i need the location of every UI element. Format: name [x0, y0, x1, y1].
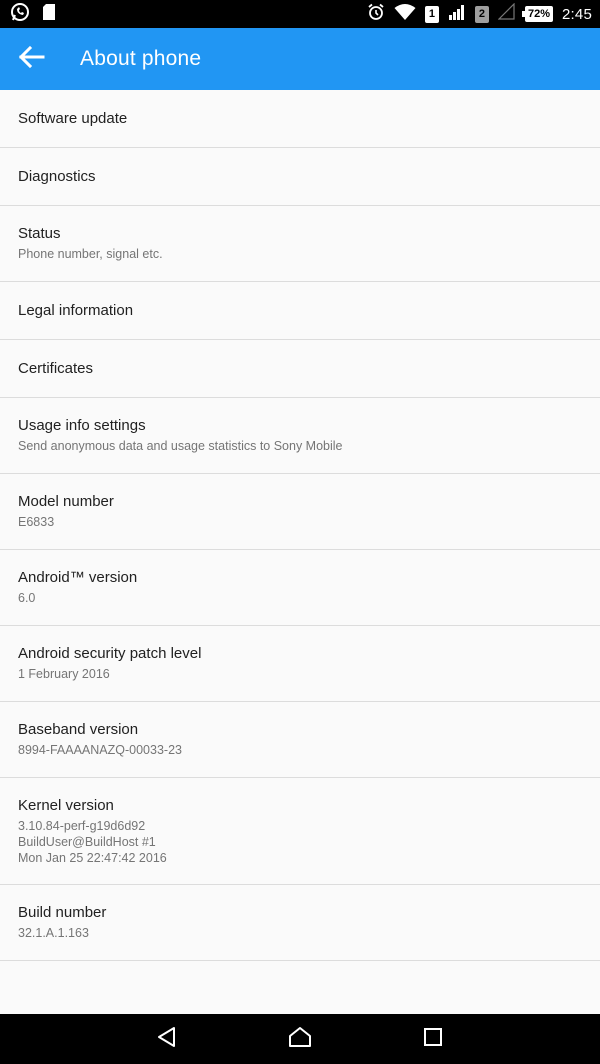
item-subtitle: 3.10.84-perf-g19d6d92 BuildUser@BuildHos…: [18, 818, 600, 866]
battery-percent: 72%: [527, 8, 550, 20]
item-subtitle: Phone number, signal etc.: [18, 246, 600, 262]
subtitle-line: 32.1.A.1.163: [18, 926, 89, 940]
sim1-badge: 1: [424, 5, 439, 23]
item-title: Android security patch level: [18, 645, 202, 662]
subtitle-line: BuildUser@BuildHost #1: [18, 834, 156, 849]
sim2-badge: 2: [474, 5, 489, 23]
subtitle-line: 3.10.84-perf-g19d6d92: [18, 818, 146, 833]
item-subtitle: E6833: [18, 514, 600, 530]
item-subtitle: Send anonymous data and usage statistics…: [18, 438, 600, 454]
list-item-diagnostics[interactable]: Diagnostics: [0, 148, 600, 206]
list-item-certificates[interactable]: Certificates: [0, 340, 600, 398]
list-item-security-patch-level[interactable]: Android security patch level 1 February …: [0, 626, 600, 702]
item-subtitle: 32.1.A.1.163: [18, 925, 600, 941]
subtitle-line: 8994-FAAAANAZQ-00033-23: [18, 743, 182, 757]
item-title: Kernel version: [18, 796, 114, 814]
nav-back-button[interactable]: [137, 1014, 197, 1064]
status-time: 2:45: [562, 5, 592, 23]
subtitle-line: 6.0: [18, 591, 36, 605]
subtitle-line: 1 February 2016: [18, 667, 110, 681]
subtitle-line: Send anonymous data and usage statistics…: [18, 439, 343, 453]
item-title: Model number: [18, 493, 114, 510]
item-subtitle: 6.0: [18, 590, 600, 606]
recents-icon: [423, 1027, 443, 1052]
whatsapp-icon: [10, 2, 30, 27]
arrow-back-icon: [17, 45, 45, 74]
app-bar: About phone: [0, 28, 600, 90]
list-item-android-version[interactable]: Android™ version 6.0: [0, 550, 600, 626]
signal-icon: [448, 3, 466, 25]
item-title: Android™ version: [18, 569, 138, 586]
wifi-icon: [394, 3, 416, 26]
status-bar: 1 2 72% 2:45: [0, 0, 600, 28]
sd-card-icon: [42, 3, 56, 26]
home-icon: [288, 1026, 312, 1053]
alarm-icon: [367, 3, 385, 26]
item-title: Build number: [18, 904, 107, 921]
list-item-status[interactable]: Status Phone number, signal etc.: [0, 206, 600, 282]
signal-empty-icon: [497, 2, 516, 25]
subtitle-line: Phone number, signal etc.: [18, 247, 163, 261]
item-subtitle: 1 February 2016: [18, 666, 600, 682]
page-title: About phone: [80, 47, 202, 70]
subtitle-line: E6833: [18, 515, 55, 529]
item-title: Legal information: [18, 302, 134, 319]
list-item-model-number[interactable]: Model number E6833: [0, 474, 600, 550]
nav-recents-button[interactable]: [403, 1014, 463, 1064]
back-button[interactable]: [0, 28, 62, 90]
list-item-legal-information[interactable]: Legal information: [0, 282, 600, 340]
list-item-usage-info-settings[interactable]: Usage info settings Send anonymous data …: [0, 398, 600, 474]
battery-icon: 72%: [521, 6, 553, 22]
item-title: Baseband version: [18, 721, 139, 738]
subtitle-line: Mon Jan 25 22:47:42 2016: [18, 850, 167, 865]
navigation-bar: [0, 1014, 600, 1064]
item-title: Usage info settings: [18, 417, 146, 434]
settings-list: Software update Diagnostics Status Phone…: [0, 90, 600, 961]
nav-home-button[interactable]: [270, 1014, 330, 1064]
list-item-build-number[interactable]: Build number 32.1.A.1.163: [0, 885, 600, 961]
item-title: Certificates: [18, 360, 94, 377]
item-subtitle: 8994-FAAAANAZQ-00033-23: [18, 742, 600, 758]
item-title: Status: [18, 225, 61, 242]
list-item-software-update[interactable]: Software update: [0, 90, 600, 148]
list-item-kernel-version[interactable]: Kernel version 3.10.84-perf-g19d6d92 Bui…: [0, 778, 600, 885]
item-title: Diagnostics: [18, 168, 96, 185]
item-title: Software update: [18, 110, 128, 127]
list-item-baseband-version[interactable]: Baseband version 8994-FAAAANAZQ-00033-23: [0, 702, 600, 778]
back-triangle-icon: [156, 1026, 178, 1053]
